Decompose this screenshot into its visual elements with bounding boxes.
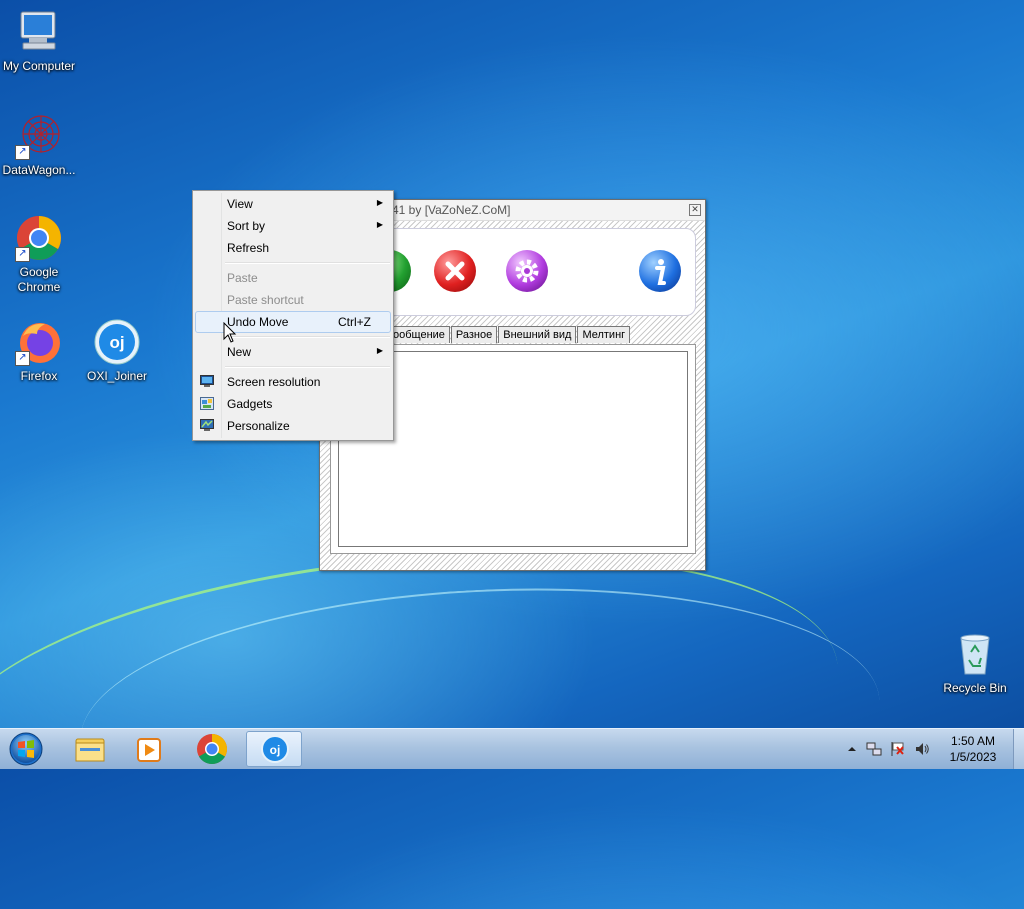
cancel-button[interactable] bbox=[434, 250, 476, 292]
shortcut-arrow-icon: ↗ bbox=[15, 145, 30, 160]
taskbar-oxi-joiner[interactable]: oj bbox=[246, 731, 302, 767]
chrome-icon: ↗ bbox=[15, 214, 63, 262]
info-icon bbox=[655, 259, 666, 285]
volume-icon[interactable] bbox=[914, 741, 930, 757]
desktop-icon-label: DataWagon... bbox=[2, 163, 76, 177]
desktop-icon-google-chrome[interactable]: ↗ Google Chrome bbox=[0, 214, 79, 295]
shortcut-arrow-icon: ↗ bbox=[15, 247, 30, 262]
info-button[interactable] bbox=[639, 250, 681, 292]
oxi-joiner-icon: oj bbox=[93, 318, 141, 366]
taskbar-windows-explorer[interactable] bbox=[62, 731, 118, 767]
tab-melting[interactable]: Мелтинг bbox=[577, 326, 631, 343]
datawagon-icon: ↗ bbox=[15, 112, 63, 160]
menu-item-label: Paste shortcut bbox=[227, 293, 304, 307]
desktop-icon-my-computer[interactable]: My Computer bbox=[0, 8, 79, 74]
media-player-icon bbox=[137, 738, 161, 762]
menu-item-label: Paste bbox=[227, 271, 258, 285]
desktop-icon-label: Recycle Bin bbox=[943, 681, 1007, 695]
personalize-icon bbox=[200, 419, 214, 432]
tab-appearance[interactable]: Внешний вид bbox=[498, 326, 577, 343]
menu-separator bbox=[225, 366, 390, 368]
app-tabs: ообщение Разное Внешний вид Мелтинг bbox=[388, 326, 631, 344]
window-title: 41 by [VaZoNeZ.CoM] bbox=[392, 203, 511, 217]
desktop-icon-recycle-bin[interactable]: Recycle Bin bbox=[935, 630, 1015, 696]
close-x-icon bbox=[445, 261, 465, 281]
desktop-icon-oxi-joiner[interactable]: oj OXI_Joiner bbox=[77, 318, 157, 384]
taskbar: oj 1:50 AM 1/5/2023 bbox=[0, 728, 1024, 769]
menu-item-shortcut: Ctrl+Z bbox=[338, 315, 371, 329]
settings-button[interactable] bbox=[506, 250, 548, 292]
menu-item-screen-resolution[interactable]: Screen resolution bbox=[195, 371, 391, 393]
taskbar-media-player[interactable] bbox=[122, 731, 178, 767]
computer-icon bbox=[15, 8, 63, 56]
menu-item-paste: Paste bbox=[195, 267, 391, 289]
menu-item-label: Sort by bbox=[227, 219, 266, 233]
shortcut-arrow-icon: ↗ bbox=[15, 351, 30, 366]
network-icon[interactable] bbox=[866, 741, 882, 757]
action-center-flag-icon[interactable] bbox=[890, 741, 906, 757]
menu-item-label: Refresh bbox=[227, 241, 270, 255]
desktop-icon-firefox[interactable]: ↗ Firefox bbox=[0, 318, 79, 384]
menu-item-label: Gadgets bbox=[227, 397, 273, 411]
desktop-icon-label: Google Chrome bbox=[17, 265, 61, 294]
menu-item-gadgets[interactable]: Gadgets bbox=[195, 393, 391, 415]
screen-resolution-icon bbox=[200, 375, 214, 388]
submenu-arrow-icon: ▶ bbox=[376, 198, 383, 207]
svg-text:oj: oj bbox=[270, 743, 281, 757]
recycle-bin-icon bbox=[951, 630, 999, 678]
menu-item-view[interactable]: View ▶ bbox=[195, 193, 391, 215]
menu-item-refresh[interactable]: Refresh bbox=[195, 237, 391, 259]
show-hidden-icons-icon[interactable] bbox=[844, 741, 860, 757]
desktop-icon-datawagon[interactable]: ↗ DataWagon... bbox=[0, 112, 79, 178]
menu-item-label: Personalize bbox=[227, 419, 290, 433]
oxi-joiner-icon: oj bbox=[261, 735, 289, 763]
clock-date: 1/5/2023 bbox=[949, 750, 997, 764]
desktop-context-menu: View ▶ Sort by ▶ Refresh Paste Paste sho… bbox=[192, 190, 394, 441]
gear-icon bbox=[515, 259, 539, 283]
menu-item-label: New bbox=[227, 345, 252, 359]
menu-item-sort-by[interactable]: Sort by ▶ bbox=[195, 215, 391, 237]
menu-separator bbox=[225, 262, 390, 264]
gadgets-icon bbox=[200, 397, 214, 410]
desktop-icon-label: OXI_Joiner bbox=[86, 369, 148, 383]
menu-separator bbox=[225, 336, 390, 338]
svg-text:oj: oj bbox=[109, 333, 124, 352]
menu-item-label: Screen resolution bbox=[227, 375, 321, 389]
taskbar-google-chrome[interactable] bbox=[184, 731, 240, 767]
menu-item-personalize[interactable]: Personalize bbox=[195, 415, 391, 437]
tab-message[interactable]: ообщение bbox=[388, 326, 450, 343]
submenu-arrow-icon: ▶ bbox=[376, 346, 383, 355]
menu-item-paste-shortcut: Paste shortcut bbox=[195, 289, 391, 311]
start-button[interactable] bbox=[6, 731, 46, 767]
tab-misc[interactable]: Разное bbox=[450, 326, 498, 343]
system-clock[interactable]: 1:50 AM 1/5/2023 bbox=[937, 733, 1009, 765]
clock-time: 1:50 AM bbox=[950, 734, 996, 748]
submenu-arrow-icon: ▶ bbox=[376, 220, 383, 229]
show-desktop-button[interactable] bbox=[1013, 729, 1024, 769]
mouse-cursor-icon bbox=[223, 321, 237, 347]
desktop-icon-label: My Computer bbox=[2, 59, 76, 73]
firefox-icon: ↗ bbox=[15, 318, 63, 366]
chrome-icon bbox=[197, 734, 228, 765]
close-icon[interactable]: ✕ bbox=[689, 204, 701, 216]
menu-item-label: View bbox=[227, 197, 253, 211]
folder-icon bbox=[75, 738, 105, 762]
desktop-icon-label: Firefox bbox=[20, 369, 58, 383]
